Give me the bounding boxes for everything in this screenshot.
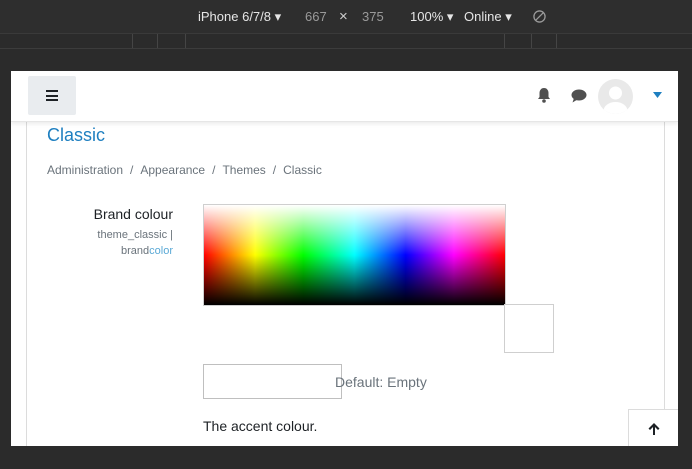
rotate-icon[interactable] [533,10,546,23]
user-icon [603,86,628,114]
height-field[interactable]: 375 [362,9,384,24]
breadcrumb-separator: / [272,163,277,177]
dimension-separator: × [339,8,348,25]
device-name: iPhone 6/7/8 [198,9,272,24]
network-select[interactable]: Online ▾ [464,9,512,25]
bell-icon[interactable] [537,87,551,103]
setting-id-highlight: color [149,245,173,257]
color-picker-spectrum[interactable] [203,204,506,306]
color-preview-swatch [504,304,554,353]
breadcrumb-separator: / [212,163,216,177]
page-title: Classic [47,125,106,145]
setting-identifier: theme_classic | brandcolor [97,227,173,259]
caret-down-icon[interactable] [653,92,662,98]
menu-toggle-button[interactable] [28,76,76,115]
setting-id-name: brandcolor [121,245,173,257]
breadcrumb-separator: / [130,163,134,177]
network-caret-icon: ▾ [505,9,512,24]
breadcrumb: Administration / Appearance / Themes / Classic [47,163,322,177]
setting-description: The accent colour. [203,418,318,434]
chat-icon[interactable] [571,89,587,103]
zoom-caret-icon: ▾ [446,9,454,24]
device-caret-icon: ▾ [274,9,282,24]
breadcrumb-item-administration[interactable]: Administration [47,163,123,177]
arrow-up-icon [648,422,660,435]
device-viewport: Classic Administration / Appearance / Themes… [11,71,678,446]
breadcrumb-item-appearance[interactable]: Appearance [140,163,205,177]
menu-icon [46,90,58,101]
zoom-value: 100% [410,9,444,24]
user-avatar[interactable] [598,79,633,114]
setting-label: Brand colour [93,206,173,222]
breadcrumb-item-themes[interactable]: Themes [222,163,265,177]
brand-colour-input[interactable] [203,364,342,399]
media-query-ruler [0,34,692,49]
width-field[interactable]: 667 [305,9,327,24]
zoom-select[interactable]: 100% ▾ [410,9,453,25]
navbar [11,71,678,122]
default-value-text: Default: Empty [335,374,427,390]
setting-id-prefix: theme_classic | [97,229,173,241]
back-to-top-button[interactable] [628,409,678,446]
breadcrumb-item-classic[interactable]: Classic [283,163,322,177]
device-select[interactable]: iPhone 6/7/8 ▾ [198,9,281,25]
devtools-toolbar: iPhone 6/7/8 ▾ 667 × 375 100% ▾ Online ▾ [0,0,692,34]
network-value: Online [464,9,502,24]
